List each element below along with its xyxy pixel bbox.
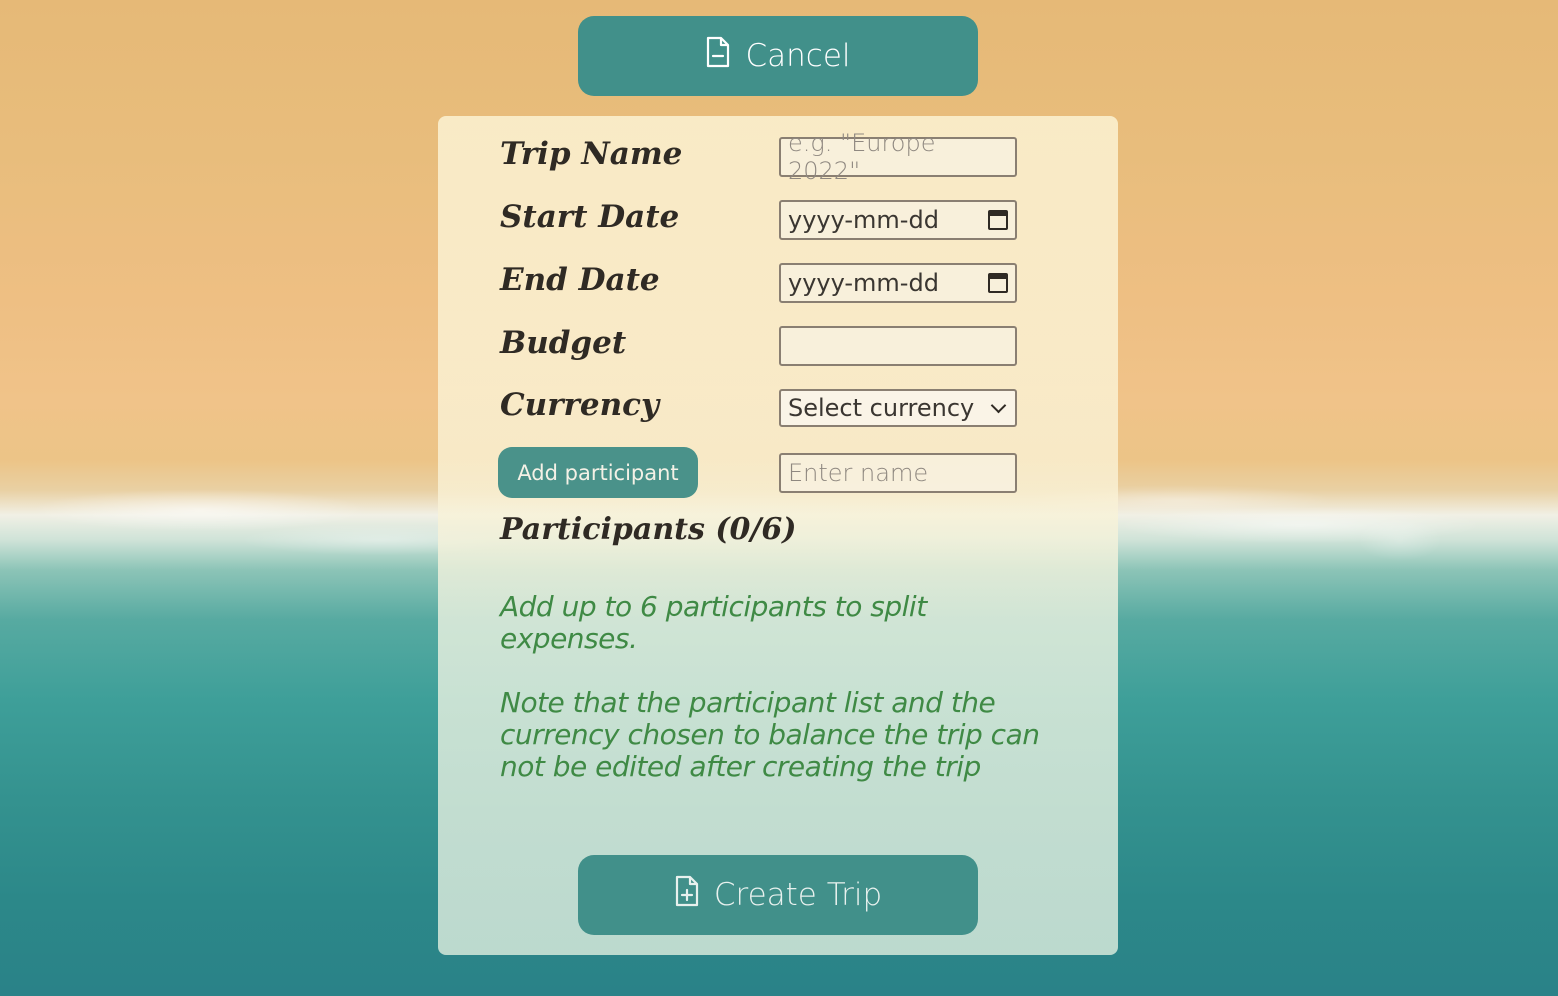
cancel-button-label: Cancel bbox=[745, 38, 851, 74]
participants-hint: Add up to 6 participants to split expens… bbox=[500, 590, 927, 655]
file-plus-icon bbox=[674, 875, 700, 915]
participant-name-input[interactable]: Enter name bbox=[779, 453, 1017, 493]
start-date-placeholder: yyyy-mm-dd bbox=[788, 206, 939, 234]
start-date-label: Start Date bbox=[500, 199, 680, 235]
participants-note: Note that the participant list and the c… bbox=[500, 686, 1040, 783]
calendar-icon[interactable] bbox=[988, 273, 1008, 293]
start-date-input[interactable]: yyyy-mm-dd bbox=[779, 200, 1017, 240]
end-date-input[interactable]: yyyy-mm-dd bbox=[779, 263, 1017, 303]
currency-select[interactable]: Select currency bbox=[779, 389, 1017, 427]
end-date-placeholder: yyyy-mm-dd bbox=[788, 269, 939, 297]
currency-selected: Select currency bbox=[788, 394, 975, 422]
calendar-icon[interactable] bbox=[988, 210, 1008, 230]
budget-label: Budget bbox=[500, 325, 627, 361]
end-date-label: End Date bbox=[500, 262, 660, 298]
file-minus-icon bbox=[705, 36, 731, 76]
trip-name-label: Trip Name bbox=[500, 136, 683, 172]
create-trip-button[interactable]: Create Trip bbox=[578, 855, 978, 935]
trip-name-input[interactable]: e.g. "Europe 2022" bbox=[779, 129, 1017, 185]
currency-label: Currency bbox=[500, 387, 660, 423]
trip-name-placeholder: e.g. "Europe 2022" bbox=[788, 129, 936, 185]
chevron-down-icon bbox=[990, 397, 1007, 413]
participants-title: Participants (0/6) bbox=[500, 512, 797, 547]
add-participant-button[interactable]: Add participant bbox=[498, 447, 698, 498]
participant-name-placeholder: Enter name bbox=[788, 459, 929, 487]
cancel-button[interactable]: Cancel bbox=[578, 16, 978, 96]
create-trip-label: Create Trip bbox=[713, 877, 883, 913]
budget-input[interactable] bbox=[779, 326, 1017, 366]
